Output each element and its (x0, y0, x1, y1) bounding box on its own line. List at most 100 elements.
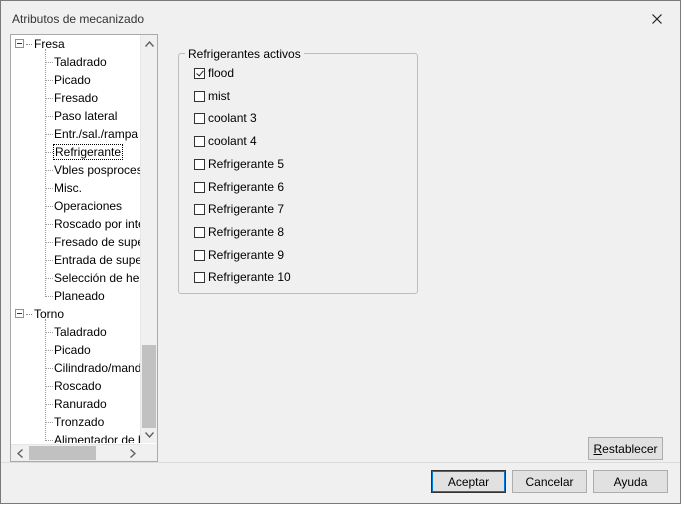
tree-node-item[interactable]: Ranurado (45, 395, 107, 413)
tree-node-label: Roscado (54, 379, 102, 393)
accept-button[interactable]: Aceptar (431, 470, 506, 493)
title-bar: Atributos de mecanizado (1, 1, 680, 35)
coolant-label: Refrigerante 7 (208, 202, 285, 216)
tree-node-item[interactable]: Taladrado (45, 323, 107, 341)
tree-node-label: Roscado por interpolación (54, 217, 141, 231)
checkbox-unchecked[interactable] (194, 203, 205, 215)
tree-node-label: Taladrado (54, 325, 107, 339)
close-button[interactable] (640, 7, 674, 31)
collapse-icon[interactable] (15, 309, 24, 319)
help-button[interactable]: Ayuda (593, 470, 668, 493)
tree-node-root[interactable]: Fresa (15, 35, 65, 53)
collapse-icon[interactable] (15, 39, 24, 49)
coolant-checkbox-row[interactable]: Refrigerante 9 (194, 247, 284, 263)
help-button-label: Ayuda (613, 474, 648, 489)
coolant-label: coolant 3 (208, 111, 257, 125)
tree-node-item[interactable]: Selección de herramienta (44, 269, 141, 287)
tree-node-label: Entrada de superficie (54, 253, 141, 267)
scroll-up-button[interactable] (141, 35, 157, 52)
tree-node-item[interactable]: Picado (45, 71, 91, 89)
tree-node-item[interactable]: Misc. (45, 179, 82, 197)
tree-node-item[interactable]: Refrigerante (44, 143, 124, 161)
tree-node-label: Tronzado (54, 415, 105, 429)
scroll-right-button[interactable] (124, 445, 141, 461)
tree-node-label: Picado (54, 73, 91, 87)
tree-node-label: Planeado (54, 289, 105, 303)
tree-vertical-scrollbar[interactable] (140, 35, 157, 443)
tree-node-label: Selección de herramienta (54, 271, 141, 285)
coolant-checkbox-row[interactable]: Refrigerante 8 (194, 224, 284, 240)
tree-node-label: Paso lateral (54, 109, 118, 123)
checkbox-checked[interactable] (194, 67, 205, 79)
coolant-checkbox-row[interactable]: Refrigerante 6 (194, 179, 284, 195)
tree-node-label: Misc. (54, 181, 82, 195)
coolant-checkbox-row[interactable]: Refrigerante 5 (194, 156, 284, 172)
scroll-down-button[interactable] (141, 426, 157, 443)
reset-button[interactable]: Restablecer (588, 437, 663, 460)
coolant-checkbox-row[interactable]: mist (194, 88, 230, 104)
tree-connector (26, 44, 32, 46)
coolant-label: Refrigerante 6 (208, 180, 285, 194)
vertical-scroll-thumb[interactable] (142, 345, 156, 428)
tree-node-item[interactable]: Vbles posprocesador (45, 161, 141, 179)
tree-node-label: Fresado de superficie (54, 235, 141, 249)
tree-node-label: Entr./sal./rampa (54, 127, 139, 141)
coolant-label: Refrigerante 8 (208, 225, 285, 239)
tree-node-label: Fresa (34, 37, 65, 51)
checkbox-unchecked[interactable] (194, 249, 205, 261)
tree-node-item[interactable]: Roscado (44, 377, 102, 395)
tree-node-label: Fresado (54, 91, 99, 105)
checkbox-unchecked[interactable] (194, 181, 205, 193)
arrow-down-icon (145, 431, 154, 438)
tree-node-item[interactable]: Fresado (44, 89, 99, 107)
checkbox-unchecked[interactable] (194, 226, 205, 238)
tree-horizontal-scrollbar[interactable] (11, 444, 141, 461)
checkbox-unchecked[interactable] (194, 271, 205, 283)
tree-node-item[interactable]: Alimentador de barra (44, 431, 141, 443)
attribute-tree[interactable]: Fresa Taladrado Picado Fresado Paso lateral E… (10, 34, 158, 462)
tree-node-item[interactable]: Operaciones (44, 197, 122, 215)
tree-node-label: Vbles posprocesador (54, 163, 141, 177)
tree-node-label: Taladrado (54, 55, 107, 69)
checkbox-unchecked[interactable] (194, 90, 205, 102)
coolant-checkbox-row[interactable]: coolant 3 (194, 110, 257, 126)
tree-node-item[interactable]: Taladrado (45, 53, 107, 71)
cancel-button[interactable]: Cancelar (512, 470, 587, 493)
coolant-label: Refrigerante 9 (208, 248, 285, 262)
checkbox-unchecked[interactable] (194, 135, 205, 147)
tree-node-item[interactable]: Tronzado (44, 413, 105, 431)
horizontal-scroll-thumb[interactable] (29, 446, 96, 460)
coolant-label: Refrigerante 10 (208, 270, 291, 284)
tree-node-label: Torno (34, 307, 65, 321)
coolant-label: flood (208, 66, 235, 80)
tree-node-item[interactable]: Entrada de superficie (44, 251, 141, 269)
tree-content: Fresa Taladrado Picado Fresado Paso lateral E… (11, 35, 141, 443)
tree-node-item[interactable]: Paso lateral (44, 107, 118, 125)
group-legend: Refrigerantes activos (185, 47, 304, 61)
arrow-right-icon (129, 449, 136, 458)
checkbox-unchecked[interactable] (194, 158, 205, 170)
coolant-checkbox-row[interactable]: Refrigerante 7 (194, 201, 284, 217)
tree-node-item[interactable]: Entr./sal./rampa (44, 125, 139, 143)
tree-node-item[interactable]: Roscado por interpolación (44, 215, 141, 233)
tree-node-item[interactable]: Fresado de superficie (44, 233, 141, 251)
tree-node-item[interactable]: Picado (45, 341, 91, 359)
footer-separator (1, 462, 680, 463)
coolant-label: Refrigerante 5 (208, 157, 285, 171)
scrollbar-corner (140, 444, 157, 461)
tree-connector (26, 314, 32, 316)
close-icon (652, 14, 662, 24)
tree-node-item[interactable]: Cilindrado/mandrinado (45, 359, 141, 377)
coolant-label: mist (208, 89, 230, 103)
arrow-left-icon (16, 449, 23, 458)
tree-node-root[interactable]: Torno (15, 305, 64, 323)
cancel-button-label: Cancelar (525, 474, 574, 489)
tree-node-item[interactable]: Planeado (45, 287, 105, 305)
scroll-left-button[interactable] (11, 445, 28, 461)
coolant-checkbox-row[interactable]: coolant 4 (194, 133, 257, 149)
tree-node-label: Refrigerante (52, 144, 124, 160)
coolant-checkbox-row[interactable]: Refrigerante 10 (194, 269, 291, 285)
coolant-checkbox-row[interactable]: flood (194, 65, 234, 81)
checkbox-unchecked[interactable] (194, 112, 205, 124)
accept-button-label: Aceptar (447, 474, 490, 489)
